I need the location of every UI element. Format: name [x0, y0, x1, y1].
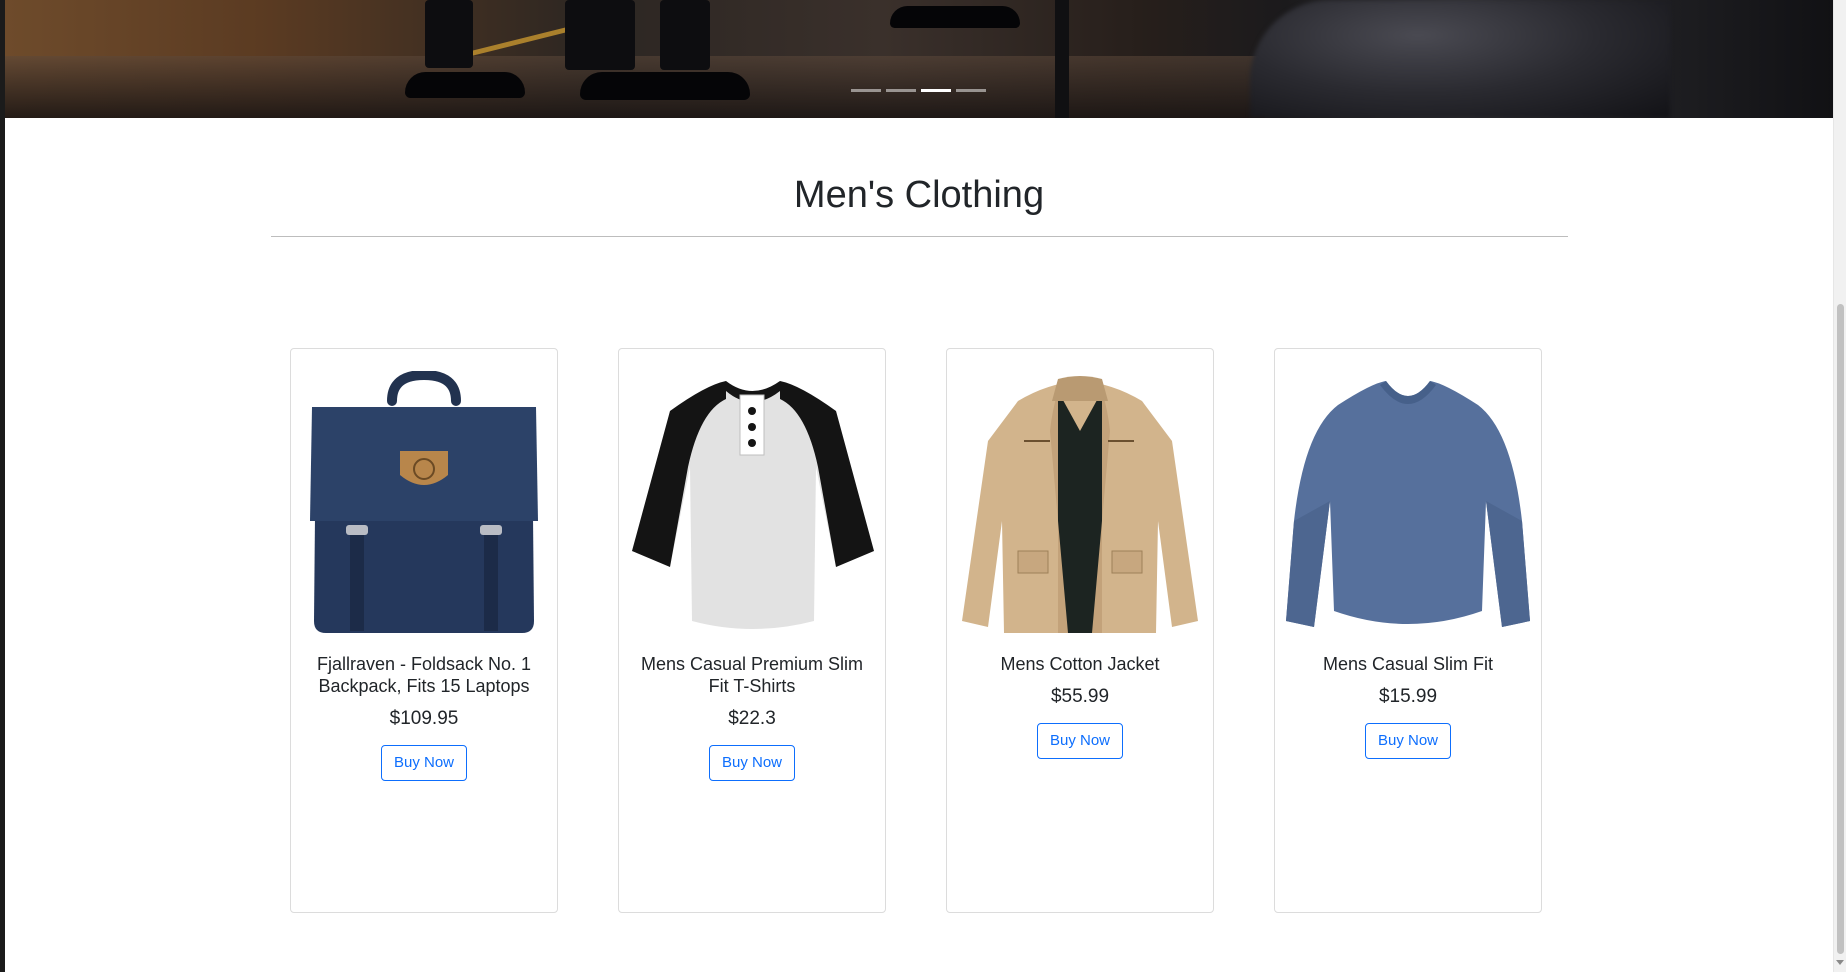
- backpack-image: [302, 371, 546, 635]
- hero-shoe: [405, 72, 525, 98]
- product-card: Mens Casual Premium Slim Fit T-Shirts $2…: [618, 348, 886, 913]
- product-title: Mens Casual Premium Slim Fit T-Shirts: [640, 654, 864, 696]
- product-price: $15.99: [1378, 686, 1438, 707]
- vertical-scrollbar[interactable]: [1833, 0, 1846, 972]
- carousel-indicator-4[interactable]: [956, 89, 986, 92]
- longsleeve-image: [1286, 371, 1530, 635]
- product-price: $109.95: [389, 708, 459, 729]
- carousel-indicator-2[interactable]: [886, 89, 916, 92]
- product-title: Mens Cotton Jacket: [1000, 654, 1160, 674]
- scroll-down-arrow-icon[interactable]: [1836, 960, 1844, 965]
- carousel-indicator-3[interactable]: [921, 89, 951, 92]
- window-edge: [0, 0, 5, 972]
- product-card: Mens Cotton Jacket $55.99 Buy Now: [946, 348, 1214, 913]
- carousel-indicators: [851, 89, 986, 92]
- product-price: $22.3: [728, 708, 776, 729]
- hero-leg: [660, 0, 710, 70]
- hero-leg: [565, 0, 635, 70]
- scrollbar-thumb[interactable]: [1837, 304, 1844, 954]
- buy-now-button[interactable]: Buy Now: [380, 745, 468, 781]
- hero-bench-leg: [1055, 0, 1069, 118]
- page: Men's Clothing Fjallraven - Foldsack No.…: [0, 0, 1846, 972]
- buy-now-button[interactable]: Buy Now: [708, 745, 796, 781]
- product-card: Fjallraven - Foldsack No. 1 Backpack, Fi…: [290, 348, 558, 913]
- product-price: $55.99: [1050, 686, 1110, 707]
- hero-leg: [425, 0, 473, 68]
- section-title: Men's Clothing: [793, 174, 1045, 216]
- hero-blurred-figure: [1250, 0, 1670, 118]
- buy-now-button[interactable]: Buy Now: [1036, 723, 1124, 759]
- buy-now-button[interactable]: Buy Now: [1364, 723, 1452, 759]
- tshirt-image: [630, 371, 874, 635]
- product-title: Mens Casual Slim Fit: [1322, 654, 1494, 674]
- product-grid: Fjallraven - Foldsack No. 1 Backpack, Fi…: [290, 348, 1542, 913]
- hero-shoe: [580, 72, 750, 100]
- hero-shoe: [890, 6, 1020, 28]
- product-card: Mens Casual Slim Fit $15.99 Buy Now: [1274, 348, 1542, 913]
- section-divider: [271, 236, 1568, 237]
- jacket-image: [958, 371, 1202, 635]
- product-title: Fjallraven - Foldsack No. 1 Backpack, Fi…: [316, 654, 532, 696]
- hero-carousel[interactable]: [5, 0, 1833, 118]
- carousel-indicator-1[interactable]: [851, 89, 881, 92]
